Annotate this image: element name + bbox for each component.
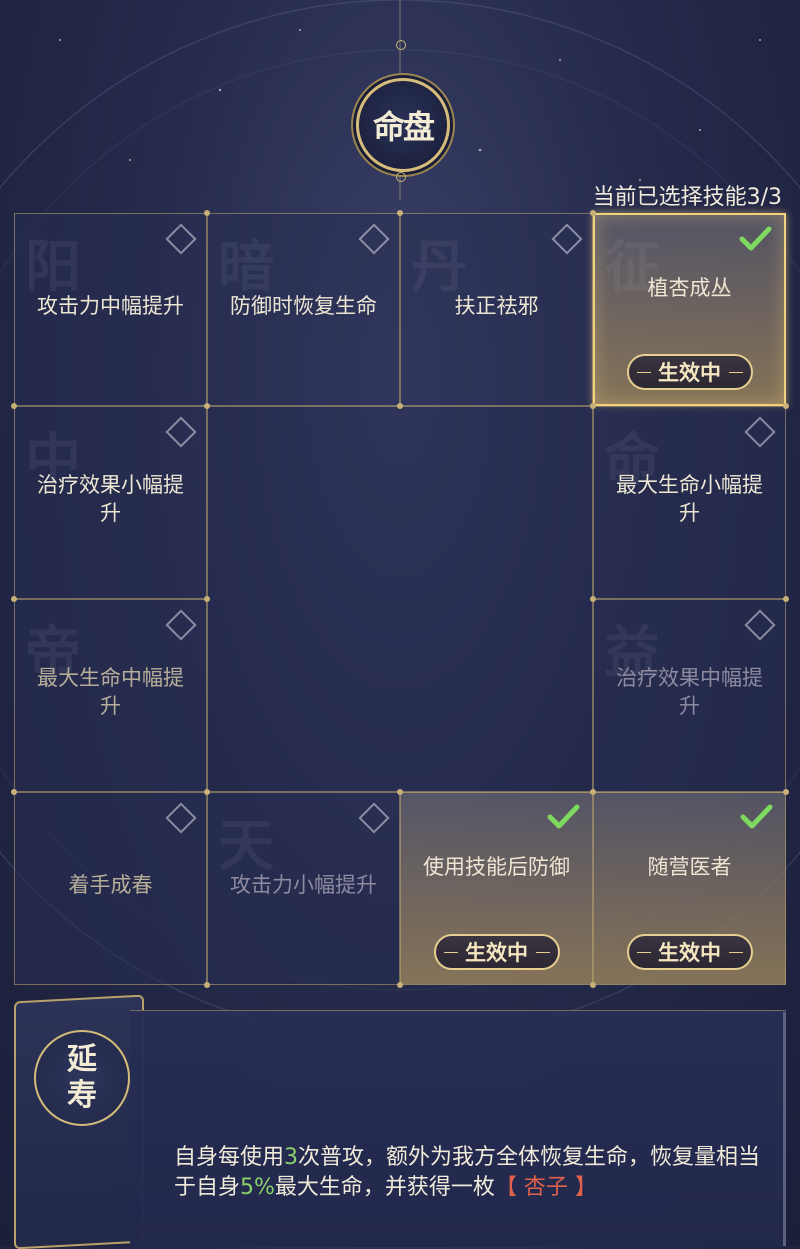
grid-node-icon [204,403,210,409]
skill-cell[interactable]: 使用技能后防御生效中 [400,792,593,985]
skill-label: 使用技能后防御 [423,854,570,879]
active-status-badge: 生效中 [626,354,753,390]
grid-node-icon [783,596,789,602]
skill-cell[interactable]: 征植杏成丛 生效中 [593,213,786,406]
skill-label: 攻击力中幅提升 [37,293,184,318]
unselected-diamond-icon [744,609,776,641]
grid-node-icon [397,403,403,409]
active-status-badge: 生效中 [433,934,560,970]
grid-center-panel [207,406,593,792]
description-segment: 最大生命，并获得一枚 [274,1175,495,1200]
active-status-badge: 生效中 [626,934,753,970]
description-segment: 5% [240,1175,275,1200]
skill-label: 治疗效果小幅提升 [37,472,184,525]
skill-cell[interactable]: 阳攻击力中幅提升 [14,213,207,406]
grid-node-icon [204,789,210,795]
unselected-diamond-icon [165,609,197,641]
grid-node-icon [397,789,403,795]
checkmark-icon [740,804,773,829]
skill-cell[interactable]: 暗防御时恢复生命 [207,213,400,406]
grid-node-icon [783,403,789,409]
grid-node-icon [11,596,17,602]
skill-grid: 阳攻击力中幅提升暗防御时恢复生命丹扶正祛邪征植杏成丛 生效中中治疗效果小幅提升命最… [11,210,789,988]
unselected-diamond-icon [551,223,583,255]
skill-detail-panel: 自身每使用3次普攻，额外为我方全体恢复生命，恢复量相当于自身5%最大生命，并获得… [130,1010,786,1247]
skill-emblem-char-2: 寿 [67,1078,97,1113]
grid-node-icon [590,982,596,988]
description-segment: 【 杏子 】 [494,1175,597,1200]
grid-node-icon [397,210,403,216]
skill-cell[interactable]: 丹扶正祛邪 [400,213,593,406]
detail-scrollbar[interactable] [783,1012,786,1246]
grid-node-icon [590,210,596,216]
skill-label: 最大生命小幅提升 [616,472,763,525]
skill-label: 治疗效果中幅提升 [616,665,763,718]
skill-label: 植杏成丛 [647,275,732,300]
grid-node-icon [204,596,210,602]
ornament-dot-icon [396,172,406,182]
skill-cell[interactable]: 帝最大生命中幅提升 [14,599,207,792]
grid-node-icon [590,403,596,409]
grid-node-icon [204,982,210,988]
skill-cell[interactable]: 天攻击力小幅提升 [207,792,400,985]
skill-label: 最大生命中幅提升 [37,665,184,718]
unselected-diamond-icon [165,223,197,255]
checkmark-icon [739,226,772,251]
skill-cell[interactable]: 命最大生命小幅提升 [593,406,786,599]
destiny-board-emblem: 命盘 [356,78,450,172]
skill-label: 扶正祛邪 [454,293,539,318]
skill-cell[interactable]: 着手成春 [14,792,207,985]
unselected-diamond-icon [744,416,776,448]
unselected-diamond-icon [358,223,390,255]
grid-node-icon [397,982,403,988]
page-title: 命盘 [372,108,435,146]
description-segment: 3 [284,1145,299,1170]
skill-emblem: 延 寿 [34,1030,130,1126]
skill-label: 攻击力小幅提升 [230,872,377,897]
skill-label: 防御时恢复生命 [230,293,377,318]
grid-node-icon [204,210,210,216]
grid-node-icon [590,596,596,602]
unselected-diamond-icon [165,802,197,834]
skill-cell[interactable]: 随营医者 生效中 [593,792,786,985]
unselected-diamond-icon [165,416,197,448]
skill-emblem-char-1: 延 [67,1042,97,1077]
unselected-diamond-icon [358,802,390,834]
skill-cell[interactable]: 益治疗效果中幅提升 [593,599,786,792]
checkmark-icon [547,804,580,829]
skill-label: 随营医者 [647,854,732,879]
grid-node-icon [11,403,17,409]
description-segment: 自身每使用 [174,1145,285,1170]
ornament-dot-icon [396,40,406,50]
skill-label: 着手成春 [68,872,153,897]
grid-node-icon [590,789,596,795]
grid-node-icon [783,789,789,795]
skill-selection-count: 当前已选择技能3/3 [592,185,782,210]
skill-cell[interactable]: 中治疗效果小幅提升 [14,406,207,599]
grid-node-icon [11,789,17,795]
skill-description: 自身每使用3次普攻，额外为我方全体恢复生命，恢复量相当于自身5%最大生命，并获得… [174,1143,774,1203]
